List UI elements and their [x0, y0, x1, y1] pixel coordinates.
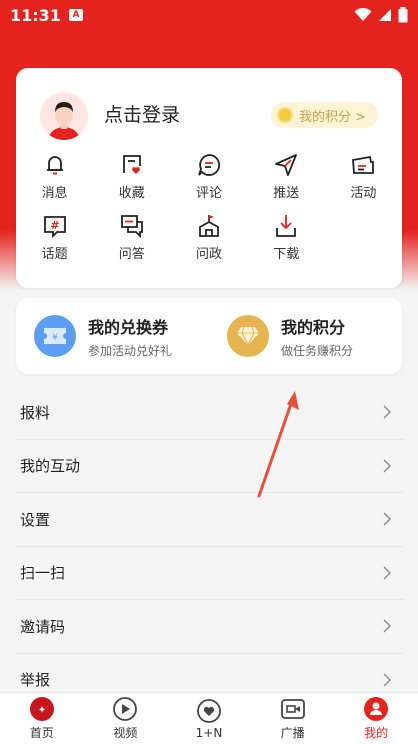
tab-label: 我的: [364, 726, 389, 740]
chevron-right-icon: [383, 566, 391, 580]
profile-icon: [364, 697, 389, 721]
menu-item-label: 扫一扫: [20, 564, 66, 583]
menu-item-label: 我的互动: [20, 457, 81, 476]
login-prompt[interactable]: 点击登录: [104, 100, 180, 127]
grid-item-label: 收藏: [118, 186, 145, 201]
coupon-title: 我的兑换券: [88, 317, 169, 337]
chevron-right-icon: [383, 405, 391, 419]
send-icon: [275, 154, 298, 176]
menu-item-scan[interactable]: 扫一扫: [14, 547, 404, 600]
menu-item-report-news[interactable]: 报料: [14, 386, 404, 440]
radio-icon: [280, 699, 305, 719]
avatar-icon: [40, 92, 88, 140]
menu-item-my-interactions[interactable]: 我的互动: [14, 440, 404, 493]
menu-item-label: 举报: [20, 671, 51, 690]
signal-icon: [379, 9, 391, 21]
chevron-right-icon: [383, 459, 391, 473]
video-play-icon: [113, 697, 138, 721]
points-title: 我的积分: [281, 317, 346, 337]
favorite-icon: [122, 155, 141, 174]
tab-label: 首页: [29, 726, 54, 740]
coupon-icon: ¥: [34, 315, 76, 357]
grid-item-label: 消息: [41, 186, 68, 201]
tab-label: 1+N: [195, 725, 223, 740]
grid-item-messages[interactable]: 消息: [16, 152, 93, 201]
my-points-entry[interactable]: 我的积分 做任务赚积分: [209, 298, 402, 374]
download-icon: [276, 215, 297, 237]
coupon-subtitle: 参加活动兑好礼: [88, 343, 173, 358]
menu-item-label: 报料: [20, 403, 51, 422]
profile-card: 点击登录 我的积分 > 消息 收藏 评论 推送 活动 # 话题 问答 问政 下载: [16, 68, 402, 288]
avatar[interactable]: [40, 92, 88, 140]
svg-text:¥: ¥: [52, 333, 58, 343]
government-icon: [199, 215, 219, 237]
tab-1n[interactable]: 1+N: [167, 693, 251, 744]
menu-item-invite-code[interactable]: 邀请码: [14, 600, 404, 654]
home-logo-icon: ✦: [29, 697, 54, 721]
my-points-label: 我的积分 >: [298, 109, 366, 125]
points-subtitle: 做任务赚积分: [281, 343, 354, 358]
tab-radio[interactable]: 广播: [251, 693, 335, 744]
tab-label: 广播: [280, 726, 305, 740]
settings-list: 报料 我的互动 设置 扫一扫 邀请码 举报: [14, 386, 404, 707]
chevron-right-icon: [383, 673, 391, 687]
grid-item-label: 问答: [118, 247, 145, 262]
status-time: 11:31: [10, 5, 61, 25]
grid-item-label: 下载: [273, 247, 300, 262]
grid-item-label: 问政: [195, 247, 222, 262]
svg-text:#: #: [50, 219, 59, 232]
my-points-button[interactable]: 我的积分 >: [270, 102, 378, 128]
tab-label: 视频: [113, 726, 138, 740]
chevron-right-icon: [383, 619, 391, 633]
grid-item-push[interactable]: 推送: [248, 152, 325, 201]
my-coupons-entry[interactable]: ¥ 我的兑换券 参加活动兑好礼: [16, 298, 209, 374]
grid-item-label: 评论: [195, 186, 222, 201]
tab-home[interactable]: ✦ 首页: [0, 693, 84, 744]
qa-icon: [120, 215, 143, 239]
ticket-icon: [352, 155, 375, 174]
bell-icon: [46, 156, 63, 175]
heart-icon: [197, 698, 221, 723]
grid-item-label: 推送: [273, 186, 300, 201]
grid-item-download[interactable]: 下载: [248, 213, 325, 262]
battery-icon: [398, 7, 408, 23]
grid-item-activities[interactable]: 活动: [325, 152, 402, 201]
menu-item-label: 邀请码: [20, 617, 66, 636]
comment-icon: [198, 154, 221, 176]
bottom-tab-bar: ✦ 首页 视频 1+N 广播 我的: [0, 692, 418, 744]
svg-text:✦: ✦: [38, 705, 46, 716]
topic-icon: #: [43, 216, 66, 239]
quick-grid: 消息 收藏 评论 推送 活动 # 话题 问答 问政 下载: [16, 152, 402, 262]
grid-item-topics[interactable]: # 话题: [16, 213, 93, 262]
rewards-card: ¥ 我的兑换券 参加活动兑好礼 我的积分 做任务赚积分: [16, 298, 402, 374]
wifi-icon: [354, 8, 372, 21]
status-icons: [354, 7, 408, 23]
coin-icon: [276, 107, 293, 123]
tab-video[interactable]: 视频: [84, 693, 168, 744]
grid-item-comments[interactable]: 评论: [170, 152, 247, 201]
grid-item-government[interactable]: 问政: [170, 213, 247, 262]
chevron-right-icon: [383, 512, 391, 526]
tab-profile[interactable]: 我的: [334, 693, 418, 744]
sim-icon: A: [68, 9, 83, 21]
grid-item-favorites[interactable]: 收藏: [93, 152, 170, 201]
diamond-icon: [227, 315, 269, 357]
grid-item-label: 活动: [350, 186, 377, 201]
menu-item-label: 设置: [20, 510, 51, 529]
grid-item-label: 话题: [41, 247, 68, 262]
menu-item-settings[interactable]: 设置: [14, 493, 404, 547]
grid-item-qa[interactable]: 问答: [93, 213, 170, 262]
status-bar: 11:31 A: [0, 0, 418, 30]
